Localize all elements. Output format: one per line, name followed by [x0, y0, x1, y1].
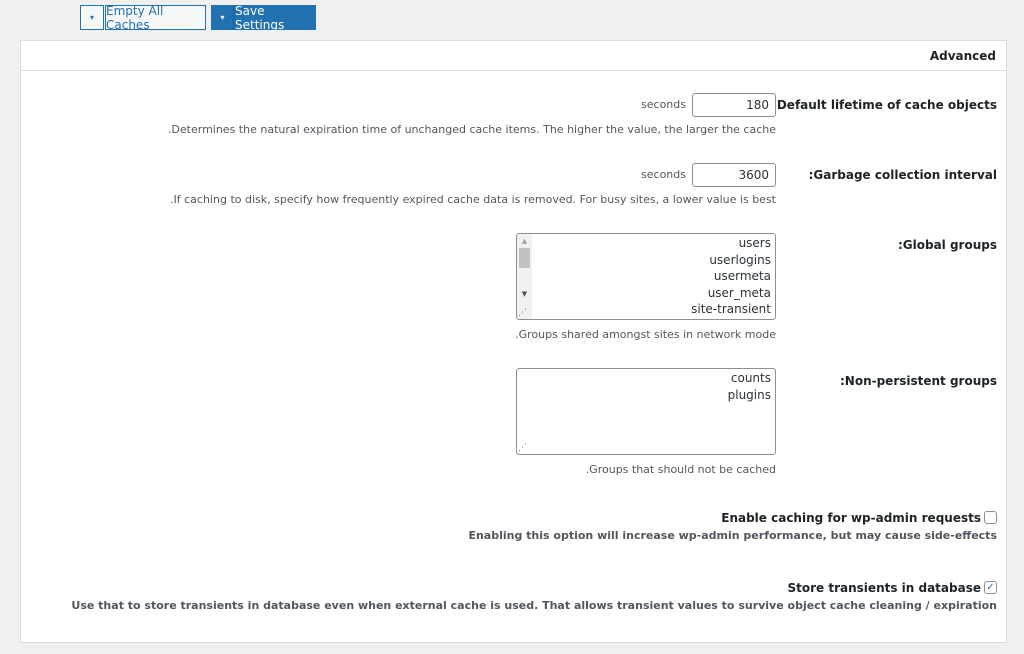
gc-interval-description: .If caching to disk, specify how frequen… [170, 193, 776, 206]
global-groups-lines: users userlogins usermeta user_meta site… [691, 235, 771, 318]
default-lifetime-input[interactable] [692, 93, 776, 117]
scroll-up-icon[interactable]: ▲ [517, 235, 532, 247]
advanced-settings-panel: Advanced :Default lifetime of cache obje… [20, 40, 1007, 643]
scroll-down-icon[interactable]: ▼ [517, 288, 532, 300]
save-settings-dropdown-button[interactable]: ▾ [211, 5, 234, 30]
global-group-item: userlogins [709, 252, 771, 267]
save-settings-button[interactable]: Save Settings [234, 4, 316, 32]
default-lifetime-unit: seconds [641, 98, 686, 111]
non-persistent-group-item: plugins [727, 387, 771, 402]
store-transients-checkbox[interactable]: ✓ [984, 581, 997, 594]
gc-interval-input[interactable] [692, 163, 776, 187]
gc-interval-unit: seconds [641, 168, 686, 181]
non-persistent-groups-lines: counts plugins [728, 370, 771, 403]
resize-grip-icon[interactable]: ⋰ [518, 444, 527, 453]
store-transients-label[interactable]: Store transients in database [788, 581, 981, 595]
wp-admin-caching-label[interactable]: Enable caching for wp-admin requests [721, 511, 981, 525]
textarea-scrollbar[interactable]: ▲ ▼ [517, 234, 532, 319]
toolbar: ▾ Empty All Caches ▾ Save Settings [80, 4, 316, 32]
wp-admin-caching-checkbox[interactable] [984, 511, 997, 524]
global-groups-label: :Global groups [897, 238, 997, 252]
scrollbar-thumb[interactable] [519, 248, 530, 268]
global-group-item: site-transient [691, 302, 771, 316]
chevron-down-icon: ▾ [220, 13, 225, 22]
checkmark-icon: ✓ [986, 581, 995, 593]
global-group-item: user_meta [707, 285, 771, 300]
store-transients-description: Use that to store transients in database… [71, 599, 997, 612]
gc-interval-label: :Garbage collection interval [808, 168, 997, 182]
default-lifetime-label: :Default lifetime of cache objects [772, 98, 997, 112]
non-persistent-groups-description: .Groups that should not be cached [585, 463, 776, 476]
non-persistent-group-item: counts [730, 371, 771, 385]
panel-header: Advanced [21, 41, 1006, 71]
default-lifetime-description: .Determines the natural expiration time … [167, 123, 776, 136]
non-persistent-groups-label: :Non-persistent groups [839, 374, 997, 388]
wp-admin-caching-description: Enabling this option will increase wp-ad… [468, 529, 997, 542]
global-group-item: usermeta [713, 269, 771, 283]
global-groups-description: .Groups shared amongst sites in network … [515, 328, 776, 341]
empty-all-caches-button[interactable]: Empty All Caches [105, 4, 206, 32]
empty-caches-dropdown-button[interactable]: ▾ [80, 5, 104, 30]
global-group-item: users [738, 236, 771, 250]
chevron-down-icon: ▾ [89, 13, 94, 22]
global-groups-textarea[interactable]: ▲ ▼ users userlogins usermeta user_meta … [516, 233, 776, 320]
non-persistent-groups-textarea[interactable]: counts plugins ⋰ [516, 368, 776, 455]
resize-grip-icon[interactable]: ⋰ [518, 309, 527, 318]
panel-title: Advanced [929, 48, 996, 63]
